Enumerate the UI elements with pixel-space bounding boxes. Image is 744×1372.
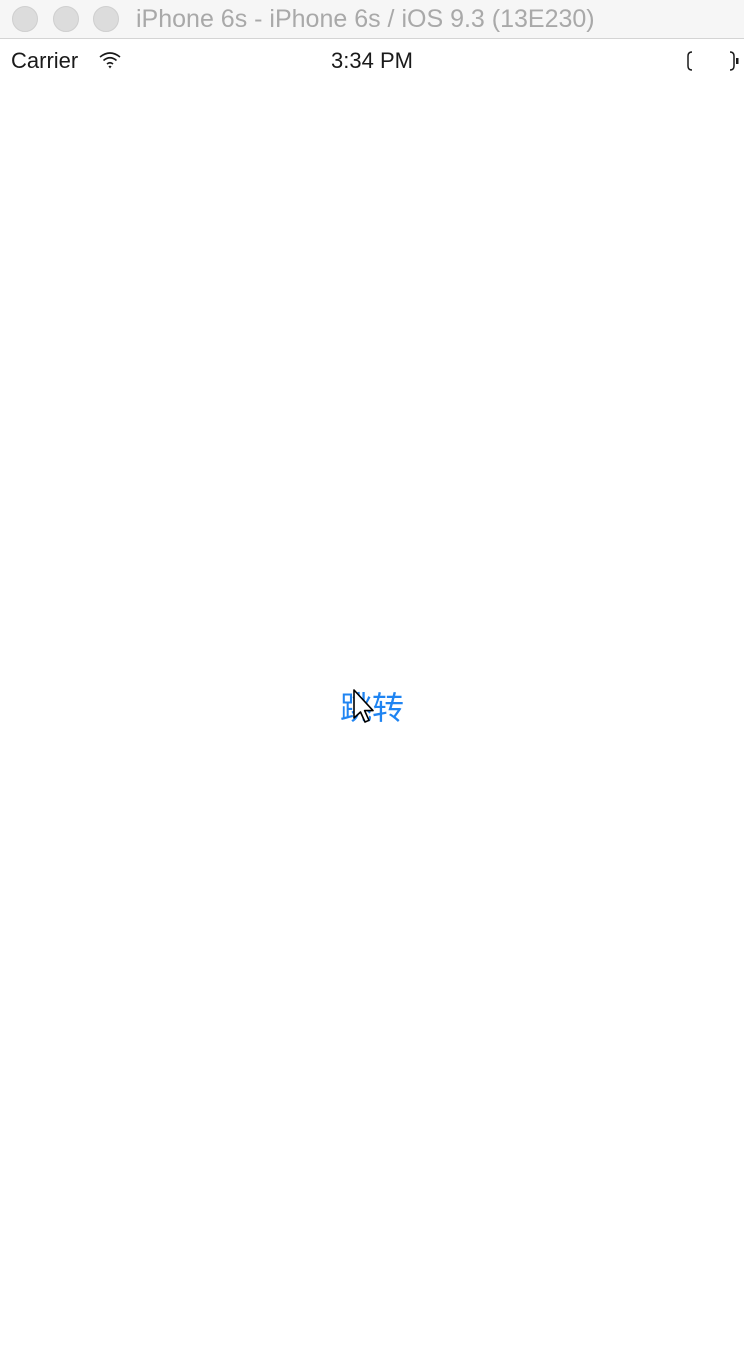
status-time: 3:34 PM xyxy=(331,48,413,73)
zoom-window-button[interactable] xyxy=(93,6,119,32)
device-screen: Carrier 3:34 PM 跳转 xyxy=(0,40,744,1372)
battery-icon xyxy=(687,51,739,71)
status-bar: Carrier 3:34 PM xyxy=(0,40,744,80)
close-window-button[interactable] xyxy=(12,6,38,32)
simulator-window: iPhone 6s - iPhone 6s / iOS 9.3 (13E230)… xyxy=(0,0,744,1372)
jump-button[interactable]: 跳转 xyxy=(322,684,422,732)
window-title: iPhone 6s - iPhone 6s / iOS 9.3 (13E230) xyxy=(136,5,595,33)
title-bar: iPhone 6s - iPhone 6s / iOS 9.3 (13E230) xyxy=(0,0,744,39)
minimize-window-button[interactable] xyxy=(53,6,79,32)
